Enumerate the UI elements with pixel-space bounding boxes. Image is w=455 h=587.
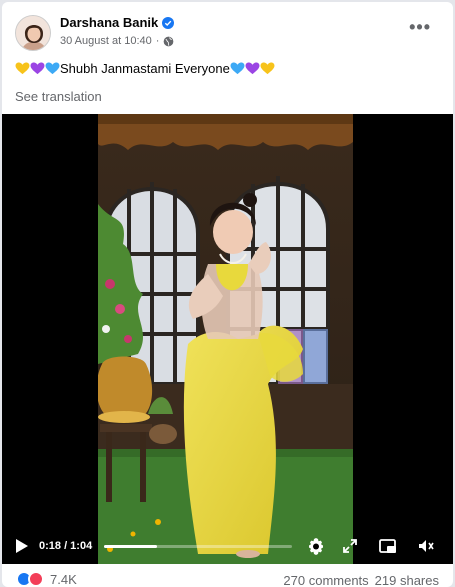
- comments-count[interactable]: 270 comments: [283, 573, 368, 587]
- video-player[interactable]: 0:18 / 1:04: [2, 114, 453, 564]
- post-date[interactable]: 30 August at 10:40: [60, 35, 152, 47]
- purple-heart-icon: [245, 62, 260, 75]
- post-caption: Shubh Janmastami Everyone: [15, 61, 275, 76]
- progress-fill: [104, 545, 157, 548]
- post-card: Darshana Banik 30 August at 10:40 · ••• …: [2, 2, 453, 587]
- yellow-heart-icon: [15, 62, 30, 75]
- fullscreen-icon[interactable]: [340, 536, 360, 556]
- post-footer: 7.4K 270 comments 219 shares: [2, 564, 453, 587]
- gear-icon[interactable]: [306, 536, 326, 556]
- author-name[interactable]: Darshana Banik: [60, 15, 158, 30]
- video-still-image: [98, 114, 353, 564]
- play-icon[interactable]: [15, 538, 29, 554]
- video-controls: 0:18 / 1:04: [2, 528, 453, 564]
- shares-count[interactable]: 219 shares: [375, 573, 439, 587]
- avatar[interactable]: [15, 15, 51, 51]
- yellow-heart-icon: [260, 62, 275, 75]
- caption-text: Shubh Janmastami Everyone: [60, 61, 230, 76]
- see-translation-link[interactable]: See translation: [15, 89, 102, 104]
- globe-icon[interactable]: [163, 36, 174, 47]
- blue-heart-icon: [230, 62, 245, 75]
- verified-badge-icon: [162, 16, 175, 29]
- video-frame[interactable]: [98, 114, 353, 564]
- progress-bar[interactable]: [104, 545, 292, 548]
- blue-heart-icon: [45, 62, 60, 75]
- purple-heart-icon: [30, 62, 45, 75]
- post-header: Darshana Banik 30 August at 10:40 · •••: [2, 2, 453, 60]
- meta-separator: ·: [155, 35, 160, 47]
- love-reaction-icon: [28, 571, 44, 587]
- post-stats: 270 comments 219 shares: [283, 573, 439, 587]
- reaction-count[interactable]: 7.4K: [50, 572, 77, 587]
- more-options-icon[interactable]: •••: [409, 18, 431, 36]
- reactions-summary[interactable]: 7.4K: [16, 571, 77, 587]
- picture-in-picture-icon[interactable]: [378, 536, 398, 556]
- volume-icon[interactable]: [416, 536, 436, 556]
- time-display: 0:18 / 1:04: [39, 540, 93, 552]
- avatar-image: [16, 16, 50, 50]
